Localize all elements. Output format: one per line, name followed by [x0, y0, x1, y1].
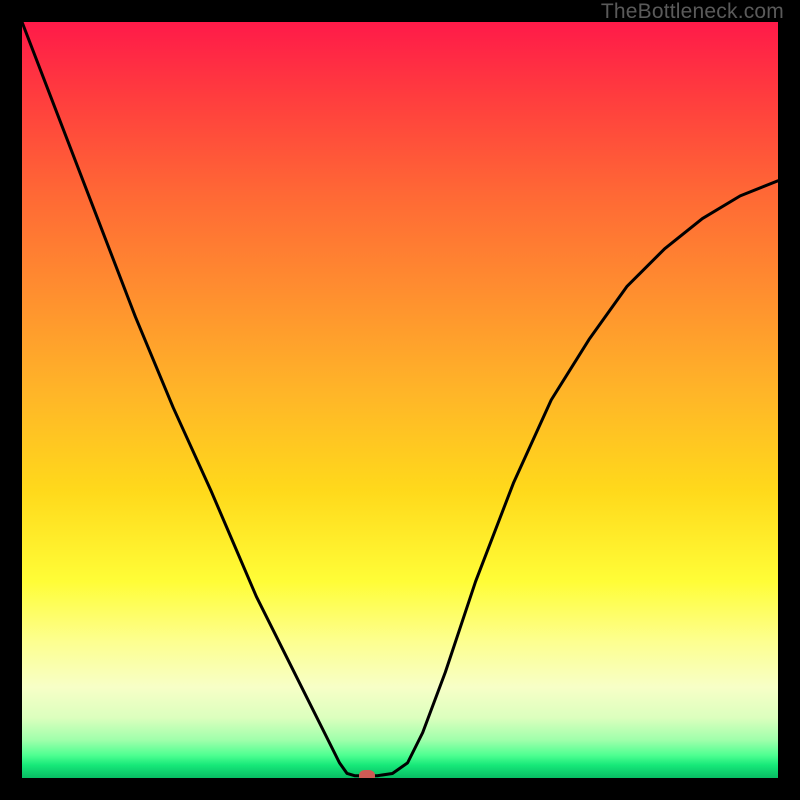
- plot-area: [22, 22, 778, 778]
- optimal-point-marker: [359, 770, 375, 778]
- watermark-text: TheBottleneck.com: [601, 0, 784, 24]
- bottleneck-curve: [22, 22, 778, 776]
- curve-svg: [22, 22, 778, 778]
- chart-frame: TheBottleneck.com: [0, 0, 800, 800]
